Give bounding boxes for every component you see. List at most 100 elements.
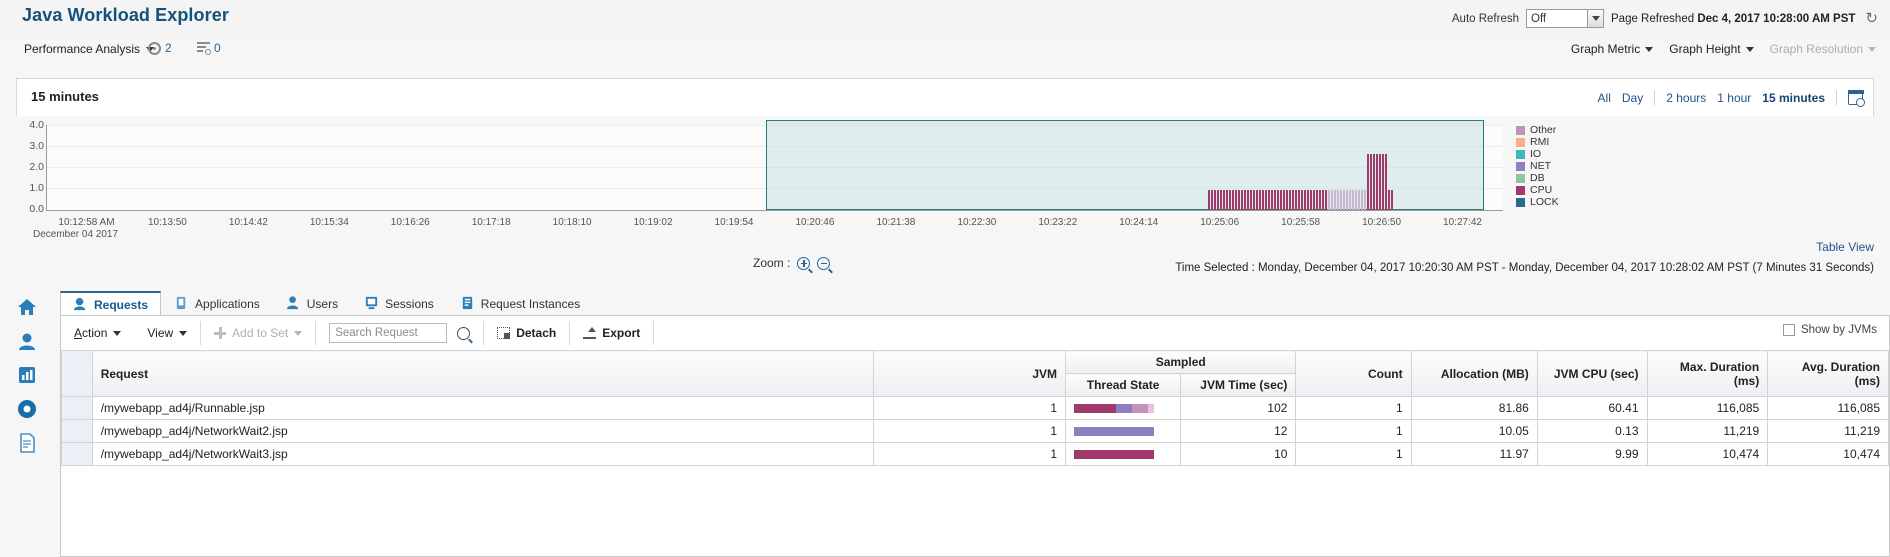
col-jvm-cpu[interactable]: JVM CPU (sec)	[1536, 350, 1648, 397]
col-jvm-time[interactable]: JVM Time (sec)	[1180, 373, 1297, 397]
target-count-badge[interactable]: 2	[148, 41, 172, 55]
chevron-down-icon	[113, 330, 122, 336]
home-icon[interactable]	[16, 296, 38, 318]
tab-request-instances[interactable]: Request Instances	[447, 291, 593, 316]
sub-toolbar: Performance Analysis 2 0 Graph Metric Gr…	[0, 38, 1890, 64]
row-handle[interactable]	[61, 419, 93, 443]
x-axis-tick: 10:24:14	[1119, 217, 1159, 228]
checkbox-icon[interactable]	[1782, 324, 1795, 336]
x-axis-tick: 10:25:06	[1200, 217, 1240, 228]
cell-jvm-cpu: 9.99	[1536, 442, 1648, 466]
col-max-duration[interactable]: Max. Duration (ms)	[1646, 350, 1769, 397]
cell-jvm: 1	[872, 396, 1067, 420]
chart-bar	[1232, 190, 1234, 210]
view-menu[interactable]: View	[134, 316, 200, 350]
graph-metric-menu[interactable]: Graph Metric	[1571, 42, 1654, 56]
tab-requests[interactable]: Requests	[60, 291, 162, 316]
divider	[653, 321, 655, 345]
chart-bars	[47, 154, 1504, 210]
table-group-header-row: Request JVM Sampled Count Allocation (MB…	[61, 350, 1889, 397]
chart-bar	[1355, 190, 1357, 210]
x-axis-tick: 10:14:42	[228, 217, 268, 228]
zoom-in-icon[interactable]	[797, 256, 811, 270]
range-link-15minutes[interactable]: 15 minutes	[1762, 91, 1825, 105]
table-row[interactable]: /mywebapp_ad4j/NetworkWait2.jsp 1 12 1 10.05…	[61, 419, 1889, 443]
targets-icon[interactable]	[16, 330, 38, 352]
legend-item[interactable]: CPU	[1516, 184, 1606, 196]
chart-bar	[1352, 190, 1354, 210]
x-axis-tick: 10:20:46	[795, 217, 835, 228]
detach-button[interactable]: Detach	[484, 316, 569, 350]
tab-users[interactable]: Users	[273, 291, 351, 316]
row-handle[interactable]	[61, 396, 93, 420]
range-link-all[interactable]: All	[1598, 91, 1611, 105]
col-request[interactable]: Request	[91, 350, 874, 397]
export-button[interactable]: Export	[570, 316, 653, 350]
col-count[interactable]: Count	[1295, 350, 1412, 397]
range-link-2hours[interactable]: 2 hours	[1666, 91, 1706, 105]
col-allocation[interactable]: Allocation (MB)	[1410, 350, 1538, 397]
legend-swatch	[1516, 185, 1525, 195]
chart-bar	[1376, 154, 1378, 210]
chart-bar	[1304, 190, 1306, 210]
thread-state-segment	[1115, 403, 1132, 413]
documents-icon[interactable]	[16, 432, 38, 454]
y-axis-tick: 4.0	[29, 119, 44, 131]
search-input[interactable]: Search Request	[329, 323, 448, 343]
tab-applications[interactable]: Applications	[161, 291, 273, 316]
graph-resolution-label: Graph Resolution	[1769, 42, 1863, 56]
legend-item[interactable]: LOCK	[1516, 196, 1606, 208]
chart-y-axis: 4.0 3.0 2.0 1.0 0.0	[8, 119, 44, 216]
table-row[interactable]: /mywebapp_ad4j/Runnable.jsp 1 102 1 81.86 60.…	[61, 396, 1889, 420]
cell-avg-duration: 10,474	[1767, 442, 1889, 466]
legend-item[interactable]: RMI	[1516, 136, 1606, 148]
range-link-1hour[interactable]: 1 hour	[1717, 91, 1751, 105]
performance-analysis-menu[interactable]: Performance Analysis	[24, 42, 155, 56]
chevron-down-icon	[294, 330, 303, 336]
zoom-label: Zoom :	[753, 256, 791, 270]
legend-item[interactable]: DB	[1516, 172, 1606, 184]
chart-bar	[1238, 190, 1240, 210]
chart-legend: Other RMI IO NET DB CPU LOCK	[1516, 124, 1606, 208]
chevron-down-icon[interactable]	[1587, 10, 1603, 27]
x-axis-tick: 10:27:42	[1443, 217, 1482, 228]
range-link-day[interactable]: Day	[1622, 91, 1643, 105]
performance-analysis-label: Performance Analysis	[24, 42, 141, 56]
show-by-jvms-toggle[interactable]: Show by JVMs	[1782, 324, 1877, 336]
x-axis-tick: 10:19:54	[714, 217, 754, 228]
legend-label: RMI	[1530, 136, 1550, 148]
col-thread-state[interactable]: Thread State	[1064, 373, 1182, 397]
cell-count: 1	[1295, 396, 1412, 420]
cell-request: /mywebapp_ad4j/NetworkWait3.jsp	[91, 442, 874, 466]
col-jvm[interactable]: JVM	[872, 350, 1067, 397]
table-row[interactable]: /mywebapp_ad4j/NetworkWait3.jsp 1 10 1 11.97…	[61, 442, 1889, 466]
table-filter-badge[interactable]: 0	[197, 41, 221, 55]
graph-height-menu[interactable]: Graph Height	[1669, 42, 1754, 56]
tab-label: Users	[306, 297, 339, 311]
col-avg-duration[interactable]: Avg. Duration (ms)	[1767, 350, 1889, 397]
refresh-icon[interactable]: ↻	[1865, 11, 1878, 26]
chart-bar	[1325, 190, 1327, 210]
chart-bar	[1256, 190, 1258, 210]
table-view-link[interactable]: Table View	[1816, 240, 1874, 254]
search-icon[interactable]	[457, 326, 471, 340]
legend-item[interactable]: IO	[1516, 148, 1606, 160]
legend-item[interactable]: Other	[1516, 124, 1606, 136]
chart-bar	[1298, 190, 1300, 210]
reports-icon[interactable]	[16, 364, 38, 386]
requests-tab-content: Action View Add to Set Search Request De…	[60, 316, 1890, 557]
auto-refresh-label: Auto Refresh	[1451, 12, 1519, 25]
chart-plot-area[interactable]	[46, 120, 1504, 211]
action-menu[interactable]: Action	[61, 316, 134, 350]
row-handle[interactable]	[61, 442, 93, 466]
add-to-set-button: Add to Set	[201, 316, 315, 350]
zoom-out-icon[interactable]	[817, 256, 831, 270]
auto-refresh-value: Off	[1531, 12, 1547, 25]
calendar-clock-icon[interactable]	[1847, 90, 1865, 107]
cell-jvm-cpu: 60.41	[1536, 396, 1648, 420]
legend-item[interactable]: NET	[1516, 160, 1606, 172]
tab-sessions[interactable]: Sessions	[351, 291, 447, 316]
monitoring-icon[interactable]	[16, 398, 38, 420]
auto-refresh-select[interactable]: Off	[1526, 9, 1604, 28]
x-axis-tick: 10:25:58	[1281, 217, 1321, 228]
